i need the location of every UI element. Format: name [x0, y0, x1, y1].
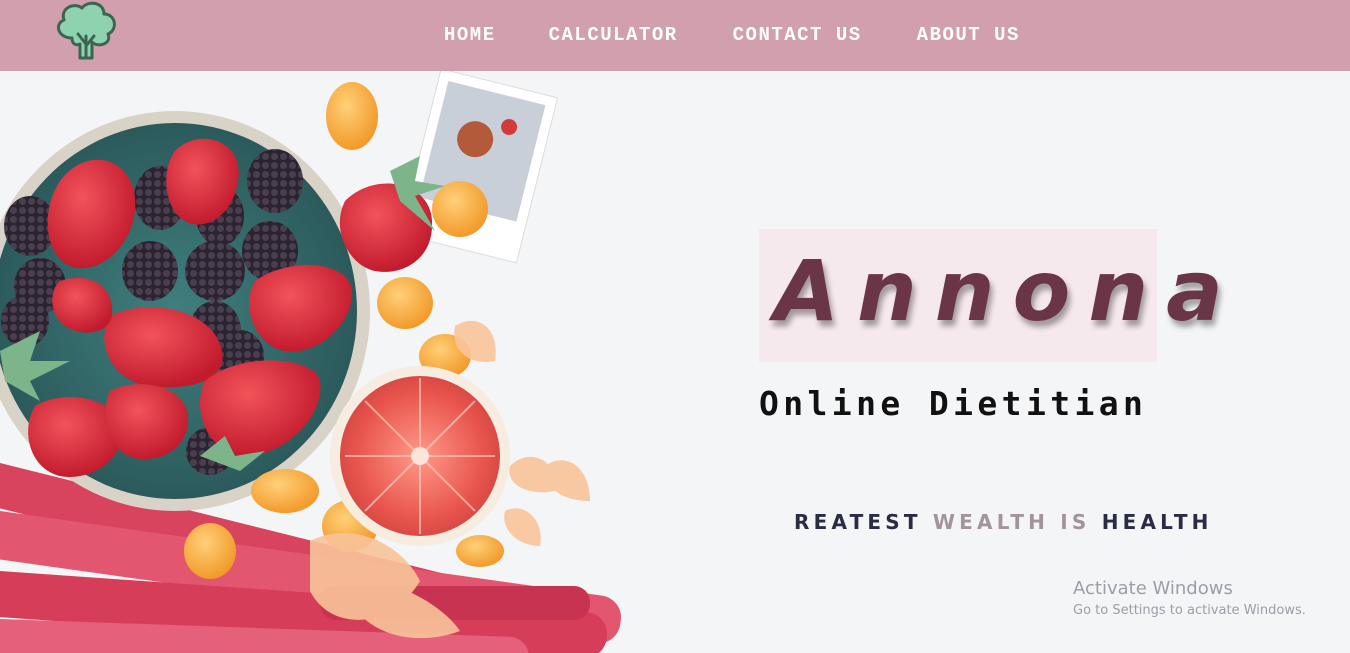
tagline-part-3: HEALTH	[1101, 510, 1213, 534]
main-nav: HOME CALCULATOR CONTACT US ABOUT US	[444, 24, 1020, 46]
nav-contact-us[interactable]: CONTACT US	[733, 24, 862, 46]
watermark-subtitle: Go to Settings to activate Windows.	[1073, 603, 1306, 618]
brand-title: Annona	[774, 242, 1241, 340]
watermark-title: Activate Windows	[1073, 578, 1233, 599]
hero-fruit-image	[0, 68, 660, 653]
nav-home[interactable]: HOME	[444, 24, 496, 46]
tagline: REATEST WEALTH IS HEALTH	[794, 510, 1213, 534]
nav-about-us[interactable]: ABOUT US	[917, 24, 1020, 46]
top-navbar: HOME CALCULATOR CONTACT US ABOUT US	[0, 0, 1350, 71]
tagline-part-1: REATEST	[794, 510, 933, 534]
brand-subtitle: Online Dietitian	[759, 384, 1148, 423]
tagline-part-2: WEALTH IS	[932, 510, 1102, 534]
logo-broccoli-icon[interactable]	[52, 0, 120, 64]
nav-calculator[interactable]: CALCULATOR	[549, 24, 678, 46]
windows-activation-watermark: Activate Windows Go to Settings to activ…	[1073, 578, 1306, 622]
